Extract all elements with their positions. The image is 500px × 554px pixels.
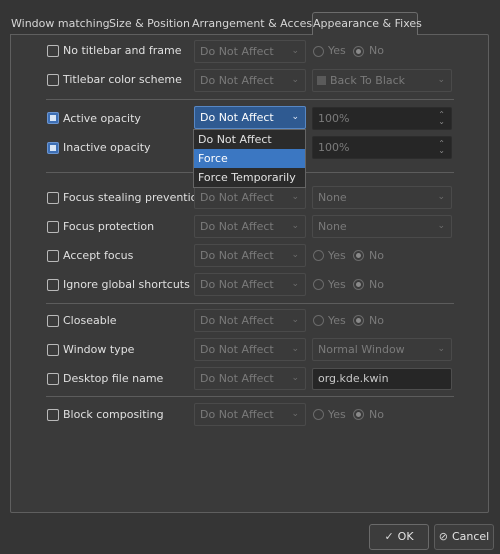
block-compositing-no-label: No — [369, 408, 384, 421]
chevron-down-icon: ⌄ — [437, 192, 445, 202]
chevron-down-icon: ⌄ — [437, 75, 445, 85]
active-opacity-spinbox[interactable]: 100% ⌃ ⌄ — [312, 107, 452, 130]
accept-focus-yes-radio[interactable] — [313, 250, 324, 261]
desktop-file-checkbox[interactable] — [47, 373, 59, 385]
desktop-file-input[interactable]: org.kde.kwin — [312, 368, 452, 390]
no-titlebar-no-radio[interactable] — [353, 46, 364, 57]
titlebar-color-value-combo[interactable]: Back To Black ⌄ — [312, 69, 452, 92]
active-opacity-checkbox[interactable] — [47, 112, 59, 124]
separator — [46, 99, 454, 100]
ignore-shortcuts-label: Ignore global shortcuts — [63, 278, 190, 291]
accept-focus-yes-label: Yes — [328, 249, 346, 262]
window-type-value-combo[interactable]: Normal Window ⌄ — [312, 338, 452, 361]
closeable-yes-label: Yes — [328, 314, 346, 327]
checkmark-icon: ✓ — [384, 530, 394, 543]
block-compositing-yes-radio[interactable] — [313, 409, 324, 420]
accept-focus-checkbox[interactable] — [47, 250, 59, 262]
window-type-checkbox[interactable] — [47, 344, 59, 356]
tab-size-position[interactable]: Size & Position — [108, 12, 190, 34]
ignore-shortcuts-yes-radio[interactable] — [313, 279, 324, 290]
closeable-no-label: No — [369, 314, 384, 327]
no-titlebar-checkbox[interactable] — [47, 45, 59, 57]
ignore-shortcuts-no-radio[interactable] — [353, 279, 364, 290]
cancel-button[interactable]: ⊘ Cancel — [434, 524, 494, 550]
titlebar-color-policy-combo[interactable]: Do Not Affect ⌄ — [194, 69, 306, 92]
window-type-policy-combo[interactable]: Do Not Affect ⌄ — [194, 338, 306, 361]
focus-protection-label: Focus protection — [63, 220, 155, 233]
no-titlebar-yes-label: Yes — [328, 44, 346, 57]
closeable-checkbox[interactable] — [47, 315, 59, 327]
window-type-label: Window type — [63, 343, 135, 356]
tab-appearance-fixes[interactable]: Appearance & Fixes — [312, 12, 422, 35]
focus-protection-policy-combo[interactable]: Do Not Affect ⌄ — [194, 215, 306, 238]
dropdown-option-do-not-affect[interactable]: Do Not Affect — [194, 130, 305, 149]
focus-stealing-checkbox[interactable] — [47, 192, 59, 204]
chevron-down-icon: ⌄ — [291, 344, 299, 354]
ignore-shortcuts-yes-label: Yes — [328, 278, 346, 291]
chevron-down-icon: ⌄ — [291, 112, 299, 122]
closeable-no-radio[interactable] — [353, 315, 364, 326]
chevron-down-icon: ⌄ — [291, 192, 299, 202]
chevron-down-icon: ⌄ — [291, 46, 299, 56]
accept-focus-policy-combo[interactable]: Do Not Affect ⌄ — [194, 244, 306, 267]
desktop-file-label: Desktop file name — [63, 372, 164, 385]
chevron-down-icon: ⌄ — [437, 221, 445, 231]
block-compositing-label: Block compositing — [63, 408, 164, 421]
titlebar-color-label: Titlebar color scheme — [63, 73, 182, 86]
dropdown-option-force-temporarily[interactable]: Force Temporarily — [194, 168, 305, 187]
focus-protection-value-combo[interactable]: None ⌄ — [312, 215, 452, 238]
inactive-opacity-spinbox[interactable]: 100% ⌃ ⌄ — [312, 136, 452, 159]
tab-window-matching[interactable]: Window matching — [10, 12, 110, 34]
chevron-down-icon: ⌄ — [291, 221, 299, 231]
chevron-down-icon: ⌄ — [291, 279, 299, 289]
chevron-down-icon: ⌄ — [291, 373, 299, 383]
closeable-label: Closeable — [63, 314, 117, 327]
dropdown-option-force[interactable]: Force — [194, 149, 305, 168]
block-compositing-checkbox[interactable] — [47, 409, 59, 421]
closeable-yes-radio[interactable] — [313, 315, 324, 326]
closeable-policy-combo[interactable]: Do Not Affect ⌄ — [194, 309, 306, 332]
chevron-down-icon: ⌄ — [291, 409, 299, 419]
ok-button[interactable]: ✓ OK — [369, 524, 429, 550]
inactive-opacity-label: Inactive opacity — [63, 141, 151, 154]
accept-focus-no-label: No — [369, 249, 384, 262]
focus-protection-checkbox[interactable] — [47, 221, 59, 233]
active-opacity-label: Active opacity — [63, 112, 141, 125]
no-titlebar-no-label: No — [369, 44, 384, 57]
desktop-file-policy-combo[interactable]: Do Not Affect ⌄ — [194, 367, 306, 390]
chevron-down-icon: ⌄ — [437, 344, 445, 354]
active-opacity-policy-combo[interactable]: Do Not Affect ⌄ — [194, 106, 306, 129]
focus-stealing-policy-combo[interactable]: Do Not Affect ⌄ — [194, 186, 306, 209]
no-titlebar-yes-radio[interactable] — [313, 46, 324, 57]
focus-stealing-label: Focus stealing prevention — [63, 191, 205, 204]
block-compositing-no-radio[interactable] — [353, 409, 364, 420]
color-scheme-icon — [317, 76, 326, 85]
cancel-icon: ⊘ — [438, 530, 448, 543]
spin-arrows-icon[interactable]: ⌃ ⌄ — [438, 111, 445, 126]
spin-arrows-icon[interactable]: ⌃ ⌄ — [438, 140, 445, 155]
separator — [46, 303, 454, 304]
no-titlebar-policy-combo[interactable]: Do Not Affect ⌄ — [194, 40, 306, 63]
accept-focus-label: Accept focus — [63, 249, 134, 262]
chevron-down-icon: ⌄ — [291, 75, 299, 85]
no-titlebar-label: No titlebar and frame — [63, 44, 182, 57]
chevron-down-icon: ⌄ — [291, 315, 299, 325]
policy-dropdown-list: Do Not Affect Force Force Temporarily — [193, 129, 306, 188]
ignore-shortcuts-checkbox[interactable] — [47, 279, 59, 291]
tab-arrangement-access[interactable]: Arrangement & Access — [191, 12, 318, 34]
block-compositing-policy-combo[interactable]: Do Not Affect ⌄ — [194, 403, 306, 426]
focus-stealing-value-combo[interactable]: None ⌄ — [312, 186, 452, 209]
block-compositing-yes-label: Yes — [328, 408, 346, 421]
accept-focus-no-radio[interactable] — [353, 250, 364, 261]
chevron-down-icon: ⌄ — [291, 250, 299, 260]
inactive-opacity-checkbox[interactable] — [47, 142, 59, 154]
ignore-shortcuts-no-label: No — [369, 278, 384, 291]
separator — [46, 396, 454, 397]
ignore-shortcuts-policy-combo[interactable]: Do Not Affect ⌄ — [194, 273, 306, 296]
titlebar-color-checkbox[interactable] — [47, 74, 59, 86]
